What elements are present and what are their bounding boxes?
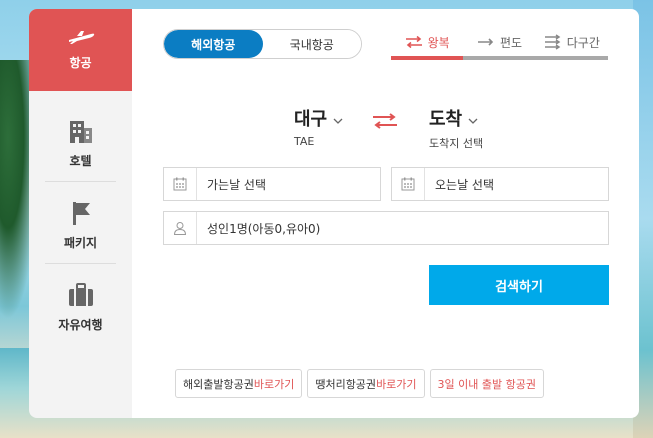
- promo-text: 3일 이내 출발 항공권: [437, 377, 536, 391]
- swap-arrows-icon: [372, 113, 398, 133]
- last-minute-ticket-promo-link[interactable]: 땡처리항공권 바로가기: [307, 369, 425, 398]
- arrival-city-selector[interactable]: 도착 도착지 선택: [429, 105, 483, 151]
- tab-one-way[interactable]: 편도: [463, 28, 536, 60]
- sidebar-item-label: 항공: [69, 56, 92, 70]
- promo-text: 땡처리항공권: [315, 377, 377, 391]
- tab-multi-city[interactable]: 다구간: [535, 28, 608, 60]
- tab-round-trip[interactable]: 왕복: [391, 28, 464, 60]
- flight-scope-toggle: 해외항공 국내항공: [163, 29, 362, 59]
- return-date-field[interactable]: 오는날 선택: [391, 167, 609, 201]
- departure-city-name: 대구: [294, 109, 328, 130]
- tab-label: 편도: [499, 35, 523, 50]
- overseas-departure-promo-link[interactable]: 해외출발항공권 바로가기: [175, 369, 303, 398]
- sidebar-item-hotel[interactable]: 호텔: [29, 103, 132, 185]
- sidebar-item-package[interactable]: 패키지: [29, 185, 132, 267]
- sidebar-item-label: 패키지: [63, 236, 98, 250]
- right-arrow-icon: [477, 37, 495, 47]
- promo-links: 해외출발항공권 바로가기 땡처리항공권 바로가기 3일 이내 출발 항공권: [175, 369, 544, 398]
- category-sidebar: 항공 호텔 패키지 자유여행: [29, 9, 140, 418]
- chevron-down-icon: [333, 108, 343, 129]
- suitcase-icon: [68, 283, 94, 310]
- person-icon: [164, 212, 197, 244]
- domestic-flight-button[interactable]: 국내항공: [262, 30, 361, 58]
- tab-label: 다구간: [566, 35, 600, 50]
- promo-text: 해외출발항공권: [183, 377, 254, 391]
- passenger-selector[interactable]: 성인1명(아동0,유아0): [163, 211, 609, 245]
- promo-go-link: 바로가기: [253, 377, 295, 391]
- sidebar-item-label: 호텔: [69, 154, 92, 168]
- return-date-placeholder: 오는날 선택: [435, 177, 495, 192]
- three-day-departure-promo-link[interactable]: 3일 이내 출발 항공권: [429, 369, 544, 398]
- international-flight-button[interactable]: 해외항공: [164, 30, 263, 58]
- arrival-hint: 도착지 선택: [429, 137, 484, 150]
- flight-search-panel: 해외항공 국내항공 왕복 편도 다구간 대구 TAE 도착 도착지 선택 가는날…: [132, 9, 639, 418]
- sidebar-item-free-travel[interactable]: 자유여행: [29, 267, 132, 349]
- calendar-icon: [164, 168, 197, 200]
- hotel-building-icon: [68, 119, 94, 146]
- calendar-icon: [392, 168, 425, 200]
- departure-airport-code: TAE: [294, 135, 315, 148]
- chevron-down-icon: [468, 108, 478, 129]
- departure-date-placeholder: 가는날 선택: [207, 177, 267, 192]
- departure-city-selector[interactable]: 대구 TAE: [294, 105, 343, 148]
- sidebar-divider: [45, 181, 116, 182]
- arrival-city-name: 도착: [429, 109, 463, 130]
- trip-type-tabs: 왕복 편도 다구간: [391, 28, 608, 60]
- multi-city-arrows-icon: [544, 34, 562, 50]
- sidebar-item-flight[interactable]: 항공: [29, 9, 140, 91]
- airplane-icon: [67, 29, 95, 48]
- swap-route-button[interactable]: [372, 113, 398, 133]
- flag-icon: [70, 201, 92, 228]
- sidebar-divider: [45, 263, 116, 264]
- sidebar-item-label: 자유여행: [58, 318, 103, 332]
- tab-label: 왕복: [427, 35, 450, 50]
- passenger-count: 성인1명(아동0,유아0): [207, 221, 321, 236]
- promo-go-link: 바로가기: [376, 377, 417, 391]
- search-button[interactable]: 검색하기: [429, 265, 609, 305]
- departure-date-field[interactable]: 가는날 선택: [163, 167, 381, 201]
- round-trip-arrows-icon: [405, 36, 423, 48]
- route-selector: 대구 TAE 도착 도착지 선택: [132, 105, 639, 151]
